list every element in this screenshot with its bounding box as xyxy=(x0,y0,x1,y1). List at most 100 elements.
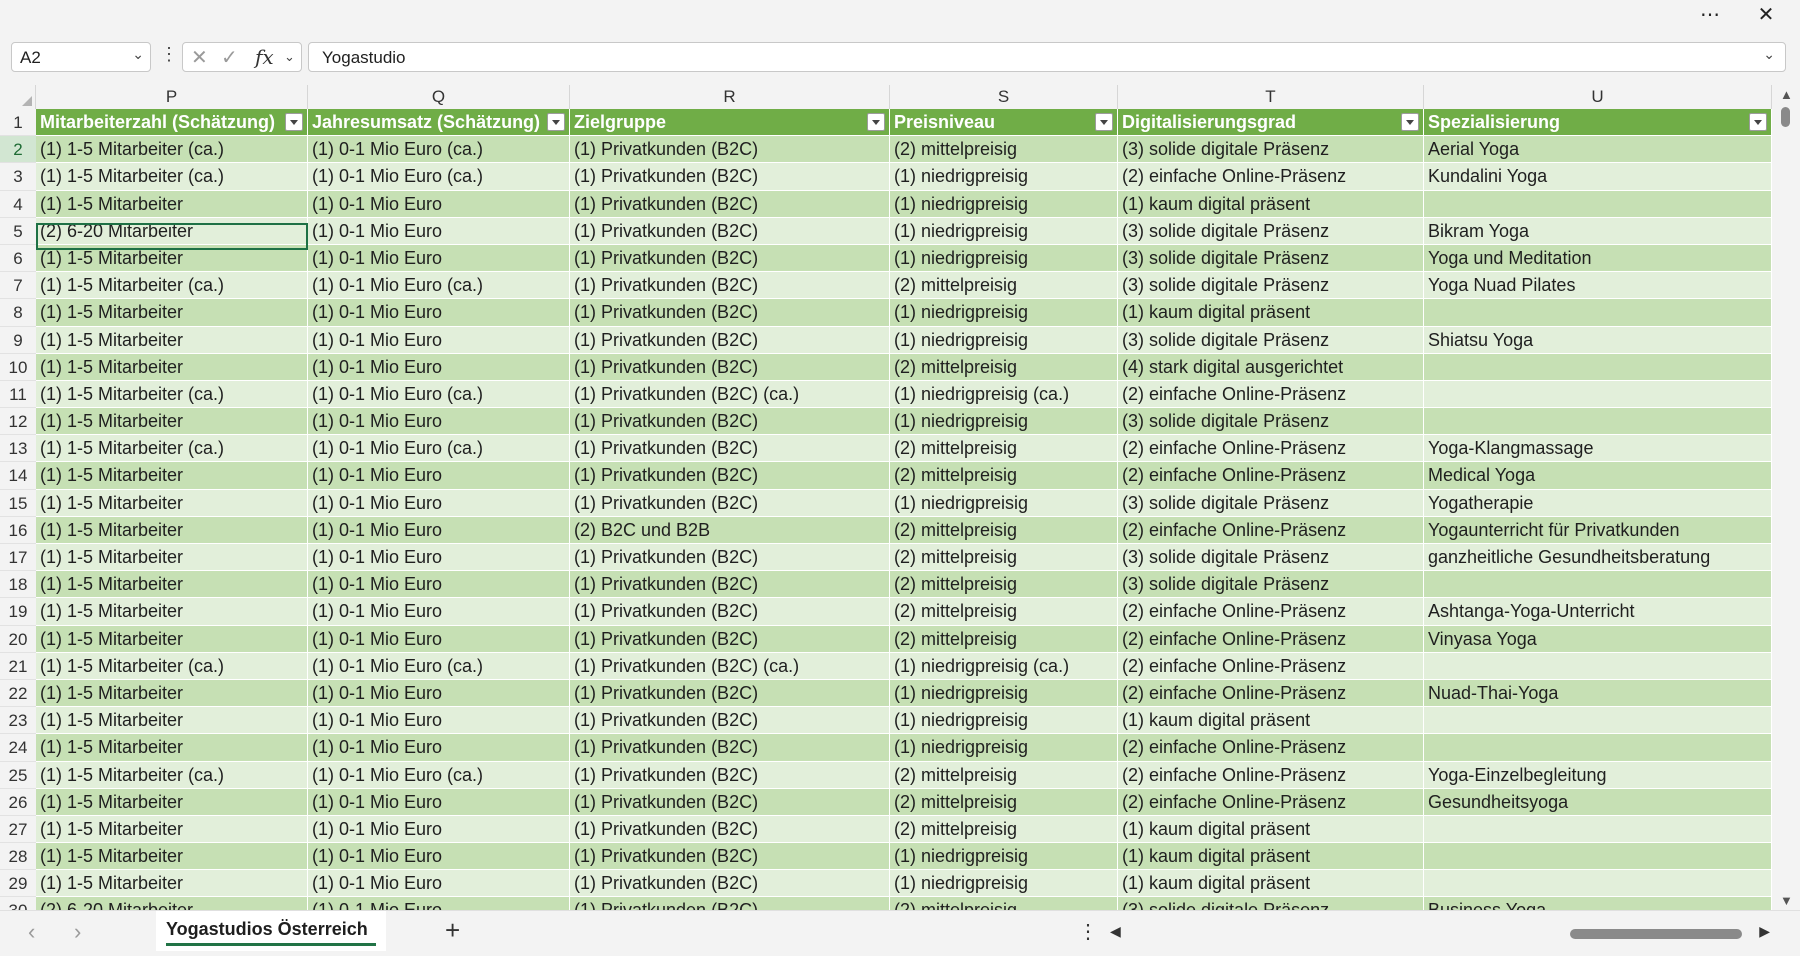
table-cell[interactable]: (1) 1-5 Mitarbeiter xyxy=(36,870,308,898)
table-cell[interactable]: (1) 1-5 Mitarbeiter xyxy=(36,679,308,708)
table-cell[interactable]: (2) mittelpreisig xyxy=(890,462,1118,490)
filter-dropdown-icon[interactable] xyxy=(867,113,885,131)
table-cell[interactable]: (1) Privatkunden (B2C) xyxy=(570,843,890,871)
table-cell[interactable]: (1) kaum digital präsent xyxy=(1118,843,1424,871)
horizontal-scroll-thumb[interactable] xyxy=(1570,929,1742,939)
table-cell[interactable]: (1) 1-5 Mitarbeiter (ca.) xyxy=(36,761,308,789)
table-cell[interactable]: (1) 0-1 Mio Euro xyxy=(308,217,570,245)
table-cell[interactable]: (2) einfache Online-Präsenz xyxy=(1118,435,1424,463)
table-cell[interactable]: (1) 0-1 Mio Euro xyxy=(308,244,570,273)
table-cell[interactable]: (1) 0-1 Mio Euro (ca.) xyxy=(308,163,570,191)
row-number[interactable]: 16 xyxy=(0,516,36,544)
row-number[interactable]: 7 xyxy=(0,272,36,300)
table-cell[interactable]: (3) solide digitale Präsenz xyxy=(1118,408,1424,436)
table-cell[interactable]: (1) 1-5 Mitarbeiter xyxy=(36,299,308,327)
table-cell[interactable]: (1) niedrigpreisig xyxy=(890,244,1118,273)
table-cell[interactable]: (1) 0-1 Mio Euro xyxy=(308,408,570,436)
table-cell[interactable]: (3) solide digitale Präsenz xyxy=(1118,136,1424,164)
table-cell[interactable]: (1) 0-1 Mio Euro xyxy=(308,326,570,354)
formula-input[interactable]: Yogastudio ⌄ xyxy=(308,42,1786,72)
table-cell[interactable] xyxy=(1424,815,1772,844)
table-cell[interactable]: (2) 6-20 Mitarbeiter xyxy=(36,897,308,910)
row-number[interactable]: 5 xyxy=(0,217,36,245)
column-letter-p[interactable]: P xyxy=(36,85,308,109)
row-number[interactable]: 9 xyxy=(0,326,36,354)
table-cell[interactable]: (1) 1-5 Mitarbeiter (ca.) xyxy=(36,435,308,463)
vertical-scrollbar[interactable]: ▲ ▼ xyxy=(1772,85,1800,910)
row-number[interactable]: 14 xyxy=(0,462,36,490)
row-number[interactable]: 6 xyxy=(0,244,36,273)
table-cell[interactable]: (1) Privatkunden (B2C) xyxy=(570,353,890,381)
table-cell[interactable]: (1) Privatkunden (B2C) xyxy=(570,136,890,164)
table-cell[interactable]: (2) 6-20 Mitarbeiter xyxy=(36,217,308,245)
row-number[interactable]: 15 xyxy=(0,489,36,517)
row-number[interactable]: 27 xyxy=(0,815,36,844)
table-cell[interactable]: (1) 1-5 Mitarbeiter xyxy=(36,326,308,354)
table-cell[interactable]: (1) Privatkunden (B2C) xyxy=(570,408,890,436)
table-cell[interactable]: (2) mittelpreisig xyxy=(890,625,1118,653)
column-letter-t[interactable]: T xyxy=(1118,85,1424,109)
table-cell[interactable]: (1) Privatkunden (B2C) (ca.) xyxy=(570,652,890,680)
row-number[interactable]: 28 xyxy=(0,843,36,871)
row-number[interactable]: 12 xyxy=(0,408,36,436)
vertical-dots-icon[interactable]: ⋮ xyxy=(1078,919,1098,944)
table-cell[interactable]: (1) niedrigpreisig xyxy=(890,408,1118,436)
table-cell[interactable]: (1) Privatkunden (B2C) xyxy=(570,326,890,354)
table-cell[interactable]: (1) 0-1 Mio Euro xyxy=(308,815,570,844)
header-cell[interactable]: Mitarbeiterzahl (Schätzung) xyxy=(36,109,308,137)
table-cell[interactable]: (1) Privatkunden (B2C) xyxy=(570,544,890,572)
table-cell[interactable]: (2) mittelpreisig xyxy=(890,136,1118,164)
row-number[interactable]: 25 xyxy=(0,761,36,789)
table-cell[interactable]: (1) Privatkunden (B2C) xyxy=(570,435,890,463)
scroll-left-arrow-icon[interactable]: ◀ xyxy=(1110,923,1121,940)
scroll-down-arrow-icon[interactable]: ▼ xyxy=(1780,893,1793,908)
table-cell[interactable]: (2) B2C und B2B xyxy=(570,516,890,544)
table-cell[interactable]: (1) Privatkunden (B2C) xyxy=(570,815,890,844)
table-cell[interactable]: (1) Privatkunden (B2C) (ca.) xyxy=(570,380,890,409)
table-cell[interactable]: (1) Privatkunden (B2C) xyxy=(570,217,890,245)
table-cell[interactable]: (2) einfache Online-Präsenz xyxy=(1118,163,1424,191)
insert-function-icon[interactable]: fx xyxy=(255,45,274,69)
table-cell[interactable]: (1) niedrigpreisig xyxy=(890,163,1118,191)
row-number[interactable]: 11 xyxy=(0,380,36,409)
row-number[interactable]: 1 xyxy=(0,109,36,137)
previous-sheet-icon[interactable]: ‹ xyxy=(28,919,35,945)
table-cell[interactable]: (1) 1-5 Mitarbeiter xyxy=(36,843,308,871)
table-cell[interactable] xyxy=(1424,707,1772,735)
table-cell[interactable]: (1) kaum digital präsent xyxy=(1118,870,1424,898)
filter-dropdown-icon[interactable] xyxy=(1749,113,1767,131)
table-cell[interactable]: (2) mittelpreisig xyxy=(890,598,1118,626)
table-cell[interactable]: (1) 0-1 Mio Euro xyxy=(308,598,570,626)
table-cell[interactable]: Yogatherapie xyxy=(1424,489,1772,517)
table-cell[interactable]: (1) niedrigpreisig (ca.) xyxy=(890,652,1118,680)
table-cell[interactable] xyxy=(1424,571,1772,599)
table-cell[interactable]: ganzheitliche Gesundheitsberatung xyxy=(1424,544,1772,572)
table-cell[interactable]: (2) mittelpreisig xyxy=(890,516,1118,544)
table-cell[interactable]: (1) 1-5 Mitarbeiter xyxy=(36,625,308,653)
table-cell[interactable]: (1) 0-1 Mio Euro xyxy=(308,679,570,708)
close-icon[interactable]: ✕ xyxy=(1748,0,1784,28)
row-number[interactable]: 23 xyxy=(0,707,36,735)
row-number[interactable]: 19 xyxy=(0,598,36,626)
table-cell[interactable]: Shiatsu Yoga xyxy=(1424,326,1772,354)
table-cell[interactable]: (1) 1-5 Mitarbeiter xyxy=(36,353,308,381)
filter-dropdown-icon[interactable] xyxy=(547,113,565,131)
column-letter-s[interactable]: S xyxy=(890,85,1118,109)
expand-formula-chevron-icon[interactable]: ⌄ xyxy=(1763,46,1775,63)
table-cell[interactable]: (1) 1-5 Mitarbeiter (ca.) xyxy=(36,272,308,300)
table-cell[interactable]: (1) 0-1 Mio Euro (ca.) xyxy=(308,435,570,463)
table-cell[interactable]: (1) Privatkunden (B2C) xyxy=(570,598,890,626)
table-cell[interactable]: (1) 1-5 Mitarbeiter xyxy=(36,788,308,816)
table-cell[interactable]: (1) 1-5 Mitarbeiter xyxy=(36,489,308,517)
table-cell[interactable]: (1) 0-1 Mio Euro xyxy=(308,489,570,517)
table-cell[interactable]: (2) einfache Online-Präsenz xyxy=(1118,788,1424,816)
table-cell[interactable]: (2) mittelpreisig xyxy=(890,571,1118,599)
table-cell[interactable]: (2) einfache Online-Präsenz xyxy=(1118,734,1424,762)
table-cell[interactable]: Vinyasa Yoga xyxy=(1424,625,1772,653)
table-cell[interactable]: (1) 1-5 Mitarbeiter xyxy=(36,598,308,626)
header-cell[interactable]: Zielgruppe xyxy=(570,109,890,137)
table-cell[interactable]: (1) 0-1 Mio Euro xyxy=(308,571,570,599)
table-cell[interactable]: (1) 1-5 Mitarbeiter xyxy=(36,462,308,490)
row-number[interactable]: 3 xyxy=(0,163,36,191)
table-cell[interactable]: (2) einfache Online-Präsenz xyxy=(1118,380,1424,409)
